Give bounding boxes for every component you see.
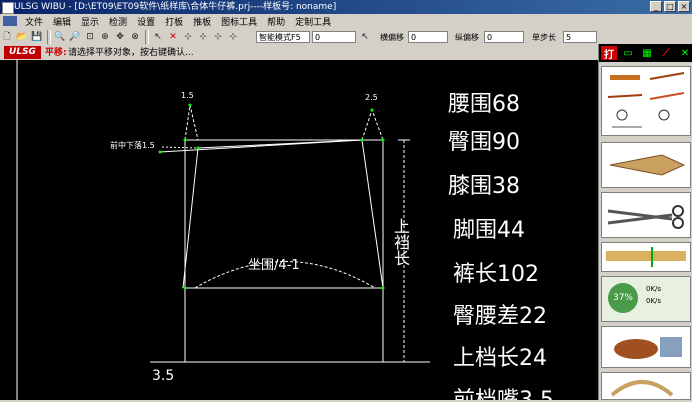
drawing-canvas[interactable]: 1.5 2.5 前中下落1.5 坐围/4-1 上裆长 3.5 腰围68 臀围90…: [0, 60, 598, 400]
pointer-icon[interactable]: ↖: [358, 30, 372, 44]
dim-left-label: 1.5: [181, 91, 194, 100]
app-icon: [2, 2, 14, 14]
drop-line: [159, 139, 363, 153]
new-file-icon[interactable]: 🗋: [0, 30, 14, 44]
mode-select[interactable]: 智能模式F5: [256, 31, 310, 43]
refresh-icon[interactable]: ⊗: [128, 30, 142, 44]
right-peak: [361, 108, 384, 141]
sidebar-toolbar: 打 ▭ ▦ ⟋ ✕: [599, 44, 692, 62]
open-folder-icon[interactable]: 📂: [15, 30, 29, 44]
left-peak: [184, 104, 199, 141]
point-grade-icon[interactable]: ⊹: [226, 30, 240, 44]
bottom-dim-label: 3.5: [152, 368, 175, 384]
menu-custom-tools[interactable]: 定制工具: [290, 15, 336, 28]
close-button[interactable]: ×: [678, 1, 690, 12]
measurement-hip-waist-diff: 臀腰差22: [453, 304, 548, 329]
document-icon: [3, 16, 17, 26]
menu-check[interactable]: 检测: [104, 15, 132, 28]
menu-pattern[interactable]: 打板: [160, 15, 188, 28]
save-icon[interactable]: 💾: [30, 30, 44, 44]
point-move-icon[interactable]: ⊹: [181, 30, 195, 44]
step-input[interactable]: 5: [563, 31, 597, 43]
select-arrow-icon[interactable]: ↖: [151, 30, 165, 44]
zoom-all-icon[interactable]: ⊕: [98, 30, 112, 44]
brand-logo: ULSG: [4, 46, 41, 59]
download-speed: 0K/s: [646, 297, 662, 305]
dim-right-label: 2.5: [365, 93, 378, 102]
measurement-hip: 臀围90: [448, 130, 521, 155]
pen-tool-tile[interactable]: [601, 142, 691, 188]
v-offset-label: 纵偏移: [455, 33, 479, 42]
progress-tile: 37% 0K/s 0K/s: [601, 276, 691, 322]
menu-bar: 文件 编辑 显示 检测 设置 打板 推板 图标工具 帮助 定制工具: [0, 14, 692, 28]
zoom-window-icon[interactable]: ⊡: [83, 30, 97, 44]
measurement-front-crotch: 前档嘴3.5: [453, 382, 554, 400]
menu-edit[interactable]: 编辑: [48, 15, 76, 28]
upload-speed: 0K/s: [646, 285, 662, 293]
point-align-icon[interactable]: ⊹: [211, 30, 225, 44]
front-drop-dash: [161, 146, 199, 149]
menu-icon-tools[interactable]: 图标工具: [216, 15, 262, 28]
measurement-rise: 上档长24: [453, 346, 548, 371]
scissors-tile[interactable]: [601, 192, 691, 238]
menu-settings[interactable]: 设置: [132, 15, 160, 28]
prompt-text: 请选择平移对象，按右键确认...: [68, 48, 194, 58]
grid-icon[interactable]: ▦: [639, 46, 655, 60]
menu-help[interactable]: 帮助: [262, 15, 290, 28]
pan-icon[interactable]: ✥: [113, 30, 127, 44]
back-slant: [361, 139, 384, 289]
right-sidebar: 打 ▭ ▦ ⟋ ✕ 37% 0K/s 0K/s: [598, 44, 692, 400]
measurement-knee: 膝围38: [448, 174, 521, 199]
mode-value-input[interactable]: 0: [312, 31, 356, 43]
front-drop-label: 前中下落1.5: [110, 141, 155, 150]
progress-circle: 37%: [608, 283, 638, 313]
menu-file[interactable]: 文件: [20, 15, 48, 28]
h-offset-input[interactable]: 0: [408, 31, 448, 43]
title-bar: ULSG WIBU - [D:\ET09\ET09软件\纸样库\合体牛仔裤.pr…: [0, 0, 692, 14]
mode-label: 平移:: [45, 48, 67, 58]
drafting-tools-tile[interactable]: [601, 66, 691, 136]
cross-icon[interactable]: ✕: [677, 46, 692, 60]
ruler-icon[interactable]: ⟋: [658, 46, 674, 60]
zoom-out-icon[interactable]: 🔎: [68, 30, 82, 44]
basket-tile[interactable]: [601, 326, 691, 368]
h-offset-label: 横偏移: [380, 33, 404, 42]
menu-grading[interactable]: 推板: [188, 15, 216, 28]
point-copy-icon[interactable]: ⊹: [196, 30, 210, 44]
window-title: ULSG WIBU - [D:\ET09\ET09软件\纸样库\合体牛仔裤.pr…: [14, 2, 337, 12]
measurement-waist: 腰围68: [448, 92, 521, 117]
menu-view[interactable]: 显示: [76, 15, 104, 28]
hip-label: 坐围/4-1: [248, 258, 300, 273]
measurement-length: 裤长102: [453, 262, 540, 287]
ruler-tile[interactable]: [601, 242, 691, 272]
sidebar-top-button[interactable]: 打: [601, 46, 617, 61]
curve-tool-tile[interactable]: [601, 372, 691, 400]
minimize-button[interactable]: _: [650, 1, 662, 12]
rectangle-icon[interactable]: ▭: [620, 46, 636, 60]
measurement-hem: 脚围44: [453, 218, 526, 243]
status-row: ULSG 平移: 请选择平移对象，按右键确认...: [0, 46, 598, 60]
rise-label: 上裆长: [391, 218, 410, 266]
delete-icon[interactable]: ✕: [166, 30, 180, 44]
zoom-in-icon[interactable]: 🔍: [53, 30, 67, 44]
v-offset-input[interactable]: 0: [484, 31, 524, 43]
step-label: 单步长: [532, 33, 556, 42]
maximize-button[interactable]: □: [664, 1, 676, 12]
